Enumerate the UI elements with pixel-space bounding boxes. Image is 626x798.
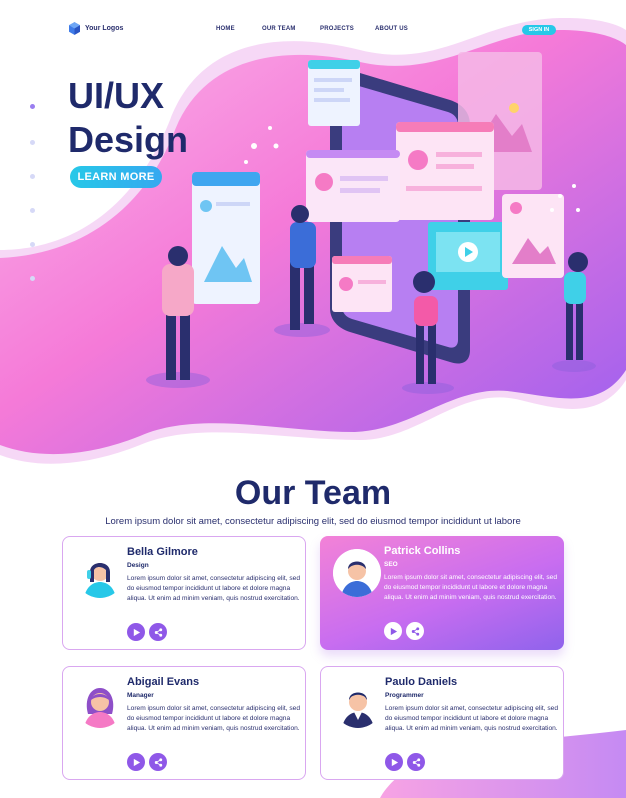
logo[interactable]: Your Logos [69, 22, 123, 35]
avatar-bella-gilmore [76, 550, 124, 598]
nav-about-us[interactable]: ABOUT US [375, 26, 408, 32]
share-icon [154, 757, 162, 767]
person-center [274, 205, 330, 337]
nav-our-team[interactable]: OUR TEAM [262, 26, 296, 32]
member-name: Paulo Daniels [385, 676, 458, 688]
share-icon [411, 626, 419, 636]
card-actions [385, 753, 425, 771]
member-bio: Lorem ipsum dolor sit amet, consectetur … [385, 705, 558, 732]
dot [30, 276, 35, 281]
avatar-abigail-evans [76, 680, 124, 728]
share-button[interactable] [149, 753, 167, 771]
member-role: Design [127, 562, 149, 569]
dot [30, 242, 35, 247]
play-button[interactable] [127, 753, 145, 771]
card-actions [384, 622, 424, 640]
team-card-paulo-daniels[interactable]: Paulo Daniels Programmer Lorem ipsum dol… [320, 666, 564, 780]
hero-title: UI/UX Design [68, 74, 188, 162]
logo-text: Your Logos [85, 25, 124, 32]
member-name: Bella Gilmore [127, 546, 198, 558]
hero-title-line1: UI/UX [68, 75, 165, 116]
member-name: Abigail Evans [127, 676, 200, 688]
play-icon [390, 627, 397, 635]
hero-illustration [146, 52, 596, 394]
learn-more-button[interactable]: LEARN MORE [70, 166, 162, 188]
play-icon [391, 758, 398, 766]
team-card-abigail-evans[interactable]: Abigail Evans Manager Lorem ipsum dolor … [62, 666, 306, 780]
team-section-title: Our Team [234, 474, 392, 512]
dot [30, 208, 35, 213]
team-card-bella-gilmore[interactable]: Bella Gilmore Design Lorem ipsum dolor s… [62, 536, 306, 650]
member-role: SEO [384, 561, 398, 568]
dot [30, 174, 35, 179]
nav-home[interactable]: HOME [216, 26, 235, 32]
hero-title-line2: Design [68, 119, 189, 160]
share-button[interactable] [149, 623, 167, 641]
play-icon [133, 628, 140, 636]
nav-projects[interactable]: PROJECTS [320, 26, 354, 32]
play-icon [133, 758, 140, 766]
share-button[interactable] [407, 753, 425, 771]
member-bio: Lorem ipsum dolor sit amet, consectetur … [127, 575, 300, 602]
member-bio: Lorem ipsum dolor sit amet, consectetur … [127, 705, 300, 732]
member-bio: Lorem ipsum dolor sit amet, consectetur … [384, 574, 557, 601]
avatar-paulo-daniels [334, 680, 382, 728]
card-actions [127, 623, 167, 641]
member-name: Patrick Collins [384, 545, 461, 557]
dot [30, 104, 35, 109]
cube-logo-icon [69, 22, 80, 35]
member-role: Manager [127, 692, 154, 699]
avatar-patrick-collins [333, 549, 381, 597]
team-card-patrick-collins[interactable]: Patrick Collins SEO Lorem ipsum dolor si… [320, 536, 564, 650]
share-button[interactable] [406, 622, 424, 640]
top-navigation: Your Logos HOME OUR TEAM PROJECTS ABOUT … [0, 0, 626, 60]
share-icon [412, 757, 420, 767]
play-button[interactable] [384, 622, 402, 640]
play-button[interactable] [127, 623, 145, 641]
card-actions [127, 753, 167, 771]
sign-in-button[interactable]: SIGN IN [522, 25, 556, 35]
share-icon [154, 627, 162, 637]
dot [30, 140, 35, 145]
team-section-subtitle: Lorem ipsum dolor sit amet, consectetur … [105, 516, 521, 527]
member-role: Programmer [385, 692, 424, 699]
play-button[interactable] [385, 753, 403, 771]
